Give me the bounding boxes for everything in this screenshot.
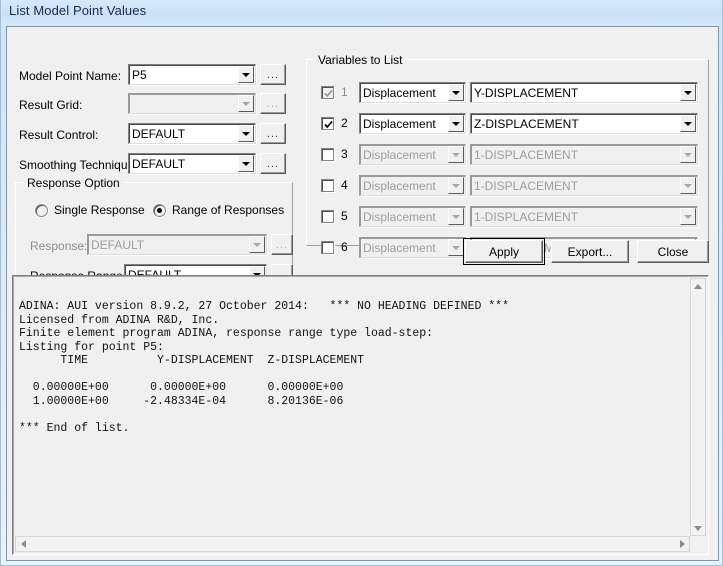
variable-row-1-variable-combo[interactable]: Y-DISPLACEMENT xyxy=(470,82,698,103)
variable-row-3-type-combo: Displacement xyxy=(359,144,466,165)
result-control-browse-button[interactable]: ... xyxy=(260,123,286,144)
variable-row-1-type-value: Displacement xyxy=(363,85,436,100)
output-text: ADINA: AUI version 8.9.2, 27 October 201… xyxy=(19,300,509,435)
variables-to-list-group: Variables to List 1 Displacement Y-DISPL… xyxy=(306,53,709,258)
variable-row-1-variable-value: Y-DISPLACEMENT xyxy=(474,85,579,100)
response-value: DEFAULT xyxy=(91,237,145,252)
chevron-down-icon xyxy=(448,177,464,194)
scrollbar-corner xyxy=(690,536,706,552)
variable-row-5-type-combo: Displacement xyxy=(359,206,466,227)
dialog-window: List Model Point Values Model Point Name… xyxy=(0,0,723,566)
variables-to-list-group-title: Variables to List xyxy=(315,53,406,67)
scroll-up-arrow-icon[interactable] xyxy=(691,279,705,293)
scroll-right-arrow-icon[interactable] xyxy=(675,537,689,551)
scroll-left-arrow-icon[interactable] xyxy=(16,537,30,551)
variable-row-2-variable-combo[interactable]: Z-DISPLACEMENT xyxy=(470,113,698,134)
radio-single-response-label: Single Response xyxy=(54,203,145,217)
variable-row-3-variable-value: 1-DISPLACEMENT xyxy=(474,147,579,162)
response-option-group-title: Response Option xyxy=(24,176,123,190)
model-point-name-value: P5 xyxy=(132,67,147,82)
model-point-name-combo[interactable]: P5 xyxy=(128,64,256,85)
variable-row-2-index: 2 xyxy=(341,116,348,130)
variable-row-6-type-value: Displacement xyxy=(363,240,436,255)
horizontal-scrollbar[interactable] xyxy=(15,536,690,552)
response-option-group: Response Option Single Response Range of… xyxy=(15,176,293,290)
variable-row-4-type-combo: Displacement xyxy=(359,175,466,196)
chevron-down-icon[interactable] xyxy=(680,84,696,101)
model-point-name-browse-button[interactable]: ... xyxy=(260,64,286,85)
chevron-down-icon xyxy=(680,208,696,225)
title-bar[interactable]: List Model Point Values xyxy=(1,0,722,26)
output-panel: ADINA: AUI version 8.9.2, 27 October 201… xyxy=(12,275,709,555)
variable-row-1-index: 1 xyxy=(341,85,348,99)
variable-row-3-index: 3 xyxy=(341,147,348,161)
smoothing-technique-combo[interactable]: DEFAULT xyxy=(128,153,256,174)
result-grid-combo xyxy=(128,93,256,114)
chevron-down-icon xyxy=(448,239,464,256)
radio-single-response[interactable] xyxy=(35,204,48,217)
chevron-down-icon xyxy=(448,146,464,163)
chevron-down-icon xyxy=(448,208,464,225)
dialog-client-area: Model Point Name: P5 ... Result Grid: ..… xyxy=(6,26,719,561)
chevron-down-icon[interactable] xyxy=(448,115,464,132)
label-response: Response: xyxy=(30,239,88,253)
radio-selected-dot xyxy=(157,208,162,213)
close-button[interactable]: Close xyxy=(637,240,709,263)
variable-row-6-type-combo: Displacement xyxy=(359,237,466,258)
chevron-down-icon[interactable] xyxy=(680,115,696,132)
smoothing-technique-value: DEFAULT xyxy=(132,156,186,171)
chevron-down-icon[interactable] xyxy=(448,84,464,101)
variable-row-2-checkbox[interactable] xyxy=(321,117,334,130)
variable-row-3-variable-combo: 1-DISPLACEMENT xyxy=(470,144,698,165)
result-grid-browse-button: ... xyxy=(260,93,286,114)
variable-row-5-index: 5 xyxy=(341,209,348,223)
window-title: List Model Point Values xyxy=(9,3,147,18)
label-smoothing-technique: Smoothing Technique: xyxy=(19,158,138,172)
variable-row-4-index: 4 xyxy=(341,178,348,192)
variable-row-5-type-value: Displacement xyxy=(363,209,436,224)
export-button[interactable]: Export... xyxy=(551,240,629,263)
chevron-down-icon xyxy=(680,177,696,194)
label-model-point-name: Model Point Name: xyxy=(19,69,122,83)
smoothing-technique-browse-button[interactable]: ... xyxy=(260,153,286,174)
radio-range-of-responses[interactable] xyxy=(153,204,166,217)
response-browse-button: ... xyxy=(271,234,293,255)
variable-row-5-checkbox[interactable] xyxy=(321,210,334,223)
variable-row-6-checkbox[interactable] xyxy=(321,241,334,254)
variable-row-1-checkbox xyxy=(321,86,334,99)
chevron-down-icon[interactable] xyxy=(238,66,254,83)
variable-row-2-variable-value: Z-DISPLACEMENT xyxy=(474,116,579,131)
chevron-down-icon xyxy=(680,146,696,163)
variable-row-2-type-value: Displacement xyxy=(363,116,436,131)
chevron-down-icon[interactable] xyxy=(238,155,254,172)
variable-row-5-variable-value: 1-DISPLACEMENT xyxy=(474,209,579,224)
label-result-control: Result Control: xyxy=(19,128,99,142)
variable-row-4-type-value: Displacement xyxy=(363,178,436,193)
variable-row-6-index: 6 xyxy=(341,240,348,254)
response-combo: DEFAULT xyxy=(87,234,267,255)
result-control-value: DEFAULT xyxy=(132,126,186,141)
variable-row-1-type-combo[interactable]: Displacement xyxy=(359,82,466,103)
variable-row-4-variable-value: 1-DISPLACEMENT xyxy=(474,178,579,193)
chevron-down-icon xyxy=(249,236,265,253)
radio-range-of-responses-label: Range of Responses xyxy=(172,203,285,217)
variable-row-5-variable-combo: 1-DISPLACEMENT xyxy=(470,206,698,227)
variable-row-4-variable-combo: 1-DISPLACEMENT xyxy=(470,175,698,196)
chevron-down-icon xyxy=(238,95,254,112)
variable-row-3-type-value: Displacement xyxy=(363,147,436,162)
variable-row-2-type-combo[interactable]: Displacement xyxy=(359,113,466,134)
variable-row-3-checkbox[interactable] xyxy=(321,148,334,161)
chevron-down-icon[interactable] xyxy=(238,125,254,142)
vertical-scrollbar[interactable] xyxy=(690,278,706,536)
variable-row-4-checkbox[interactable] xyxy=(321,179,334,192)
apply-button[interactable]: Apply xyxy=(463,238,545,265)
label-result-grid: Result Grid: xyxy=(19,98,83,112)
result-control-combo[interactable]: DEFAULT xyxy=(128,123,256,144)
scroll-down-arrow-icon[interactable] xyxy=(691,521,705,535)
